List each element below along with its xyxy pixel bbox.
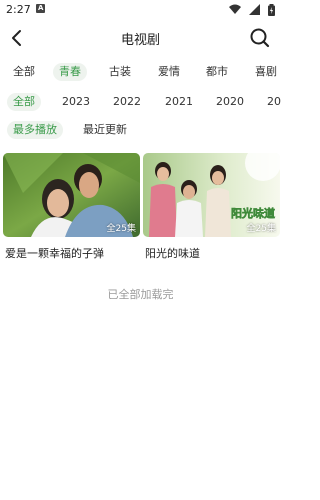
genre-chip-urban[interactable]: 都市 bbox=[200, 63, 234, 81]
show-poster: 阳光味道 全25集 bbox=[143, 153, 280, 237]
year-chip-2021[interactable]: 2021 bbox=[159, 93, 199, 111]
year-chip-2022[interactable]: 2022 bbox=[107, 93, 147, 111]
status-time: 2:27 bbox=[6, 3, 31, 16]
year-chip-all[interactable]: 全部 bbox=[7, 93, 41, 111]
genre-chip-all[interactable]: 全部 bbox=[7, 63, 41, 81]
genre-chip-costume[interactable]: 古装 bbox=[103, 63, 137, 81]
sort-chip-most-played[interactable]: 最多播放 bbox=[7, 121, 63, 139]
episode-count: 全25集 bbox=[106, 224, 136, 234]
episode-count: 全25集 bbox=[246, 224, 276, 234]
show-title: 阳光的味道 bbox=[145, 247, 200, 260]
battery-icon bbox=[268, 4, 275, 16]
notification-app-icon: A bbox=[36, 4, 45, 13]
sort-filter-row: 最多播放 最近更新 bbox=[0, 121, 281, 141]
show-title: 爱是一颗幸福的子弹 bbox=[5, 247, 104, 260]
app-bar: 电视剧 bbox=[0, 22, 281, 54]
search-button[interactable] bbox=[247, 25, 273, 51]
year-chip-2020[interactable]: 2020 bbox=[210, 93, 250, 111]
genre-chip-romance[interactable]: 爱情 bbox=[152, 63, 186, 81]
end-of-list-text: 已全部加载完 bbox=[107, 288, 174, 301]
genre-filter-row: 全部 青春 古装 爱情 都市 喜剧 bbox=[0, 63, 281, 83]
show-poster: 全25集 bbox=[3, 153, 140, 237]
status-icons bbox=[226, 4, 275, 16]
genre-chip-comedy[interactable]: 喜剧 bbox=[249, 63, 281, 81]
year-filter-row: 全部 2023 2022 2021 2020 20 bbox=[0, 93, 281, 113]
genre-chip-youth[interactable]: 青春 bbox=[53, 63, 87, 81]
show-card[interactable]: 全25集 爱是一颗幸福的子弹 bbox=[3, 153, 140, 261]
year-chip-2019[interactable]: 20 bbox=[261, 93, 281, 111]
poster-logo-text: 阳光味道 bbox=[231, 206, 275, 220]
sort-chip-recent[interactable]: 最近更新 bbox=[77, 121, 133, 139]
year-chip-2023[interactable]: 2023 bbox=[56, 93, 96, 111]
status-bar: 2:27 A bbox=[0, 0, 281, 20]
signal-icon bbox=[248, 4, 260, 15]
wifi-icon bbox=[228, 4, 241, 14]
show-card[interactable]: 阳光味道 全25集 阳光的味道 bbox=[143, 153, 280, 261]
page-title: 电视剧 bbox=[120, 33, 160, 48]
search-icon bbox=[250, 28, 270, 48]
